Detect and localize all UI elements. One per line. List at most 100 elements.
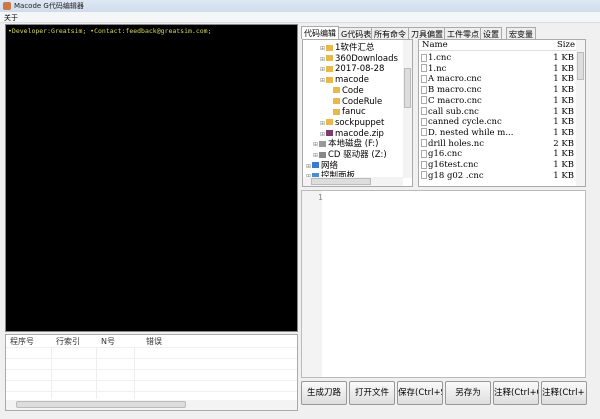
header-name[interactable]: Name	[422, 40, 448, 50]
file-row[interactable]: drill holes.nc 2 KB	[421, 139, 576, 150]
file-row[interactable]: call sub.cnc 1 KB	[421, 107, 576, 118]
tree-item[interactable]: ⊞ macode.zip	[320, 129, 384, 140]
file-list-header: Name Size	[419, 40, 577, 51]
console-text: •Developer:Greatsim; •Contact:feedback@g…	[8, 27, 212, 35]
row-line	[6, 358, 297, 359]
file-row[interactable]: canned cycle.cnc 1 KB	[421, 117, 576, 128]
code-editor[interactable]: 1	[301, 190, 586, 378]
file-icon	[421, 139, 427, 148]
file-name: call sub.cnc	[421, 107, 479, 118]
file-name-text: A macro.cnc	[428, 74, 482, 85]
tab-all-commands[interactable]: 所有命令	[371, 27, 409, 39]
tree-item[interactable]: CodeRule	[327, 97, 382, 108]
file-icon	[421, 149, 427, 158]
file-name-text: call sub.cnc	[428, 106, 479, 117]
file-row[interactable]: 1.cnc 1 KB	[421, 53, 576, 64]
file-size: 1 KB	[553, 106, 574, 117]
file-row[interactable]: 1.nc 1 KB	[421, 64, 576, 75]
console-output: •Developer:Greatsim; •Contact:feedback@g…	[5, 24, 298, 332]
file-name-text: canned cycle.cnc	[428, 117, 502, 128]
uncomment-button[interactable]: 注释(Ctrl+	[541, 381, 587, 405]
file-row[interactable]: g18 g02 .cnc 1 KB	[421, 171, 576, 182]
save-as-button[interactable]: 另存为	[445, 381, 491, 405]
file-name-text: 1.cnc	[428, 53, 452, 63]
tab-macro-vars[interactable]: 宏变量	[506, 27, 536, 39]
file-list[interactable]: Name Size 1.cnc 1 KB 1.nc 1 KB A macro.cnc 1 …	[418, 39, 586, 187]
header-size[interactable]: Size	[557, 40, 575, 50]
file-name: 1.cnc	[421, 53, 451, 64]
tree-item-label: CD 驱动器 (Z:)	[328, 150, 387, 160]
comment-button[interactable]: 注释(Ctrl+Q	[493, 381, 539, 405]
file-row[interactable]: g16.cnc 1 KB	[421, 149, 576, 160]
file-icon	[421, 107, 427, 115]
tree-item-label: 360Downloads	[335, 53, 398, 64]
file-name-text: 1.nc	[428, 63, 447, 74]
folder-icon	[333, 108, 340, 115]
file-row[interactable]: g16test.cnc 1 KB	[421, 160, 576, 171]
file-icon	[421, 128, 427, 137]
folder-icon	[333, 98, 340, 104]
header-error[interactable]: 错误	[146, 336, 162, 347]
expand-icon[interactable]: ⊞	[320, 76, 325, 87]
tree-item[interactable]: ⊞ 360Downloads	[320, 54, 398, 65]
tree-item[interactable]: ⊞ 网络	[306, 161, 338, 172]
folder-icon	[326, 76, 333, 83]
tree-item[interactable]: ⊞ CD 驱动器 (Z:)	[313, 150, 387, 161]
file-name: canned cycle.cnc	[421, 117, 502, 128]
tree-item[interactable]: Code	[327, 86, 364, 97]
file-name-text: D. nested while m...	[428, 127, 514, 138]
app-icon	[3, 2, 11, 10]
scroll-thumb[interactable]	[16, 401, 186, 408]
file-row[interactable]: D. nested while m... 1 KB	[421, 128, 576, 139]
save-button[interactable]: 保存(Ctrl+S	[397, 381, 443, 405]
tree-item-label: Code	[342, 85, 364, 96]
tree-item[interactable]: fanuc	[327, 107, 366, 118]
header-n-number[interactable]: N号	[101, 336, 115, 347]
folder-tree[interactable]: ⊞ 1软件汇总 ⊞ 360Downloads ⊞ 2017-08-28 ⊞ macode Cod…	[302, 39, 413, 187]
horizontal-scrollbar[interactable]	[303, 177, 403, 186]
tree-item[interactable]: ⊞ 1软件汇总	[320, 43, 374, 54]
file-size: 1 KB	[553, 160, 574, 170]
header-line-index[interactable]: 行索引	[56, 336, 80, 347]
generate-toolpath-button[interactable]: 生成刀路	[301, 381, 347, 405]
file-name: 1.nc	[421, 64, 446, 75]
header-program-number[interactable]: 程序号	[10, 336, 34, 347]
file-icon	[421, 117, 427, 126]
file-name: drill holes.nc	[421, 139, 484, 150]
file-name: g18 g02 .cnc	[421, 171, 484, 182]
tab-work-zero[interactable]: 工件零点	[444, 27, 482, 39]
tree-item-label: 本地磁盘 (F:)	[328, 139, 379, 150]
tab-tool-offset[interactable]: 刀具偏置	[408, 27, 446, 39]
scroll-thumb[interactable]	[577, 52, 584, 80]
tree-item[interactable]: ⊞ 2017-08-28	[320, 64, 384, 75]
file-row[interactable]: C macro.cnc 1 KB	[421, 96, 576, 107]
tab-settings[interactable]: 设置	[480, 27, 502, 39]
menu-about[interactable]: 关于	[4, 13, 18, 23]
tab-gcode-table[interactable]: G代码表	[338, 27, 375, 39]
file-icon	[421, 160, 427, 169]
file-row[interactable]: B macro.cnc 1 KB	[421, 85, 576, 96]
file-size: 1 KB	[553, 63, 574, 74]
tree-item[interactable]: ⊞ sockpuppet	[320, 118, 384, 129]
file-icon	[421, 53, 427, 62]
open-file-button[interactable]: 打开文件	[349, 381, 395, 405]
tab-code-edit[interactable]: 代码编辑	[301, 26, 339, 39]
tree-item[interactable]: ⊞ 本地磁盘 (F:)	[313, 139, 378, 150]
error-table[interactable]: 程序号 行索引 N号 错误	[5, 334, 298, 411]
tree-item-label: fanuc	[342, 107, 366, 118]
file-name: g16test.cnc	[421, 160, 478, 171]
file-name: D. nested while m...	[421, 128, 513, 139]
scroll-thumb[interactable]	[404, 68, 411, 108]
horizontal-scrollbar[interactable]	[6, 400, 297, 410]
row-line	[6, 380, 297, 381]
file-row[interactable]: A macro.cnc 1 KB	[421, 74, 576, 85]
tree-item[interactable]: ⊞ macode	[320, 75, 369, 86]
vertical-scrollbar[interactable]	[403, 40, 412, 178]
folder-icon	[326, 44, 333, 51]
scroll-thumb[interactable]	[311, 178, 371, 185]
row-line	[6, 347, 297, 348]
file-size: 1 KB	[553, 127, 574, 138]
vertical-scrollbar[interactable]	[576, 40, 585, 186]
folder-icon	[333, 87, 340, 94]
row-line	[6, 391, 297, 392]
